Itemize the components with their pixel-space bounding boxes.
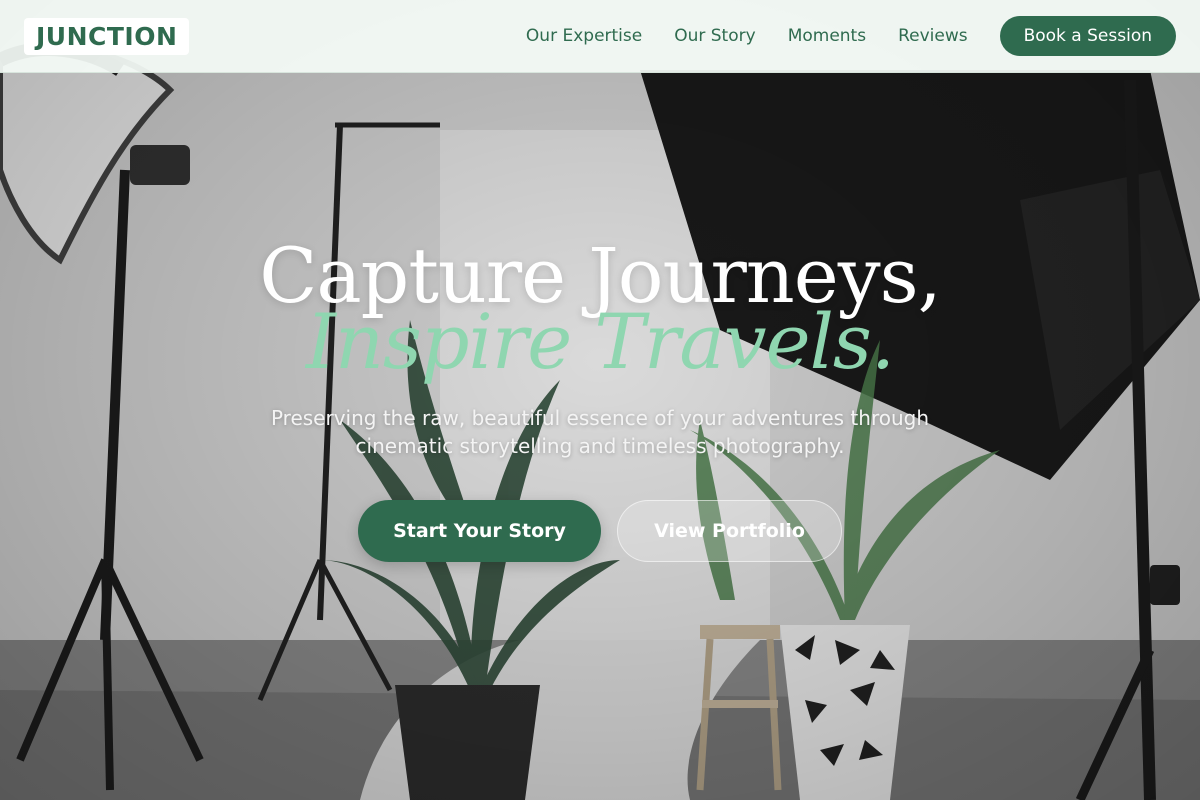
nav-link-our-expertise[interactable]: Our Expertise xyxy=(526,26,642,46)
hero-cta-row: Start Your Story View Portfolio xyxy=(0,500,1200,562)
book-session-button[interactable]: Book a Session xyxy=(999,16,1176,56)
main-nav: Our Expertise Our Story Moments Reviews … xyxy=(526,16,1176,56)
start-your-story-button[interactable]: Start Your Story xyxy=(358,500,601,562)
nav-link-our-story[interactable]: Our Story xyxy=(674,26,755,46)
hero-content: Capture Journeys, Inspire Travels. Prese… xyxy=(0,232,1200,562)
view-portfolio-button[interactable]: View Portfolio xyxy=(617,500,842,562)
hero-headline-line2: Inspire Travels. xyxy=(305,297,895,386)
hero-subtitle: Preserving the raw, beautiful essence of… xyxy=(270,406,930,458)
top-navbar: JUNCTION Our Expertise Our Story Moments… xyxy=(0,0,1200,73)
nav-link-reviews[interactable]: Reviews xyxy=(898,26,968,46)
nav-link-moments[interactable]: Moments xyxy=(788,26,866,46)
brand-logo[interactable]: JUNCTION xyxy=(24,17,190,55)
